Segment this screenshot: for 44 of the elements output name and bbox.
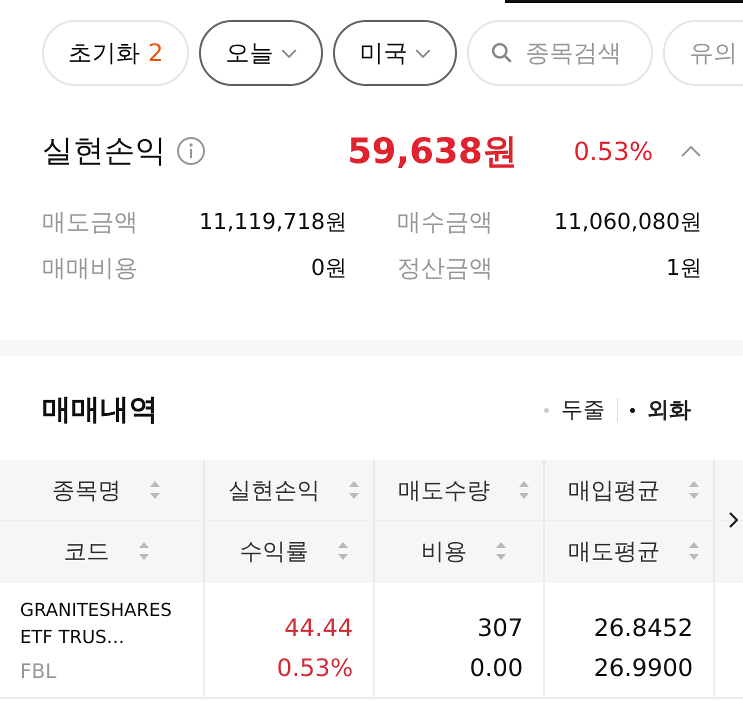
sort-icon xyxy=(138,541,150,561)
detail-value: 11,060,080원 xyxy=(554,209,702,237)
sort-icon xyxy=(518,480,530,500)
sort-icon xyxy=(495,541,507,561)
stock-name: GRANITESHARES ETF TRUS… xyxy=(20,598,173,650)
detail-value: 11,119,718원 xyxy=(199,209,347,237)
collapse-caret-icon[interactable] xyxy=(681,145,701,157)
chevron-down-icon xyxy=(415,48,432,58)
detail-value: 1원 xyxy=(666,255,702,283)
profit-rate: 0.53% xyxy=(574,136,653,166)
reset-chip[interactable]: 초기화 2 xyxy=(42,20,190,86)
dropdown-chip[interactable]: 미국 xyxy=(333,20,458,86)
column-header[interactable]: 비용 xyxy=(375,521,545,581)
table-cell: 307 xyxy=(477,614,523,642)
column-header[interactable]: 수익률 xyxy=(205,521,375,581)
dropdown-chip[interactable]: 오늘 xyxy=(199,20,324,86)
chevron-down-icon xyxy=(281,48,298,58)
detail-value: 0원 xyxy=(311,255,347,283)
column-header[interactable]: 코드 xyxy=(0,521,205,581)
table-cell: 26.8452 xyxy=(594,614,693,642)
table-cell: 26.9900 xyxy=(594,654,693,682)
sort-icon xyxy=(688,541,700,561)
summary-title: 실현손익 xyxy=(42,132,166,171)
detail-label: 매매비용 xyxy=(42,253,138,284)
section-title: 매매내역 xyxy=(42,391,158,428)
detail-label: 매도금액 xyxy=(42,207,138,238)
search-field[interactable]: 종목검색 xyxy=(467,20,654,86)
info-icon[interactable] xyxy=(176,136,206,166)
sort-icon xyxy=(688,480,700,500)
sort-icon xyxy=(348,480,360,500)
profit-amount: 59,638원 xyxy=(348,130,518,174)
detail-label: 매수금액 xyxy=(397,207,493,238)
sort-icon xyxy=(336,541,348,561)
chevron-right-icon[interactable] xyxy=(728,512,738,528)
view-option[interactable]: 외화 xyxy=(630,395,691,425)
search-icon xyxy=(491,42,514,64)
table-cell: 44.44 xyxy=(284,614,353,642)
table-cell: 0.53% xyxy=(276,654,353,682)
detail-label: 정산금액 xyxy=(397,253,493,284)
table-cell: 0.00 xyxy=(470,654,523,682)
stock-code: FBL xyxy=(20,658,56,682)
sort-icon xyxy=(149,480,161,500)
view-option[interactable]: 두줄 xyxy=(544,395,605,425)
column-header[interactable]: 매도평균 xyxy=(545,521,715,581)
